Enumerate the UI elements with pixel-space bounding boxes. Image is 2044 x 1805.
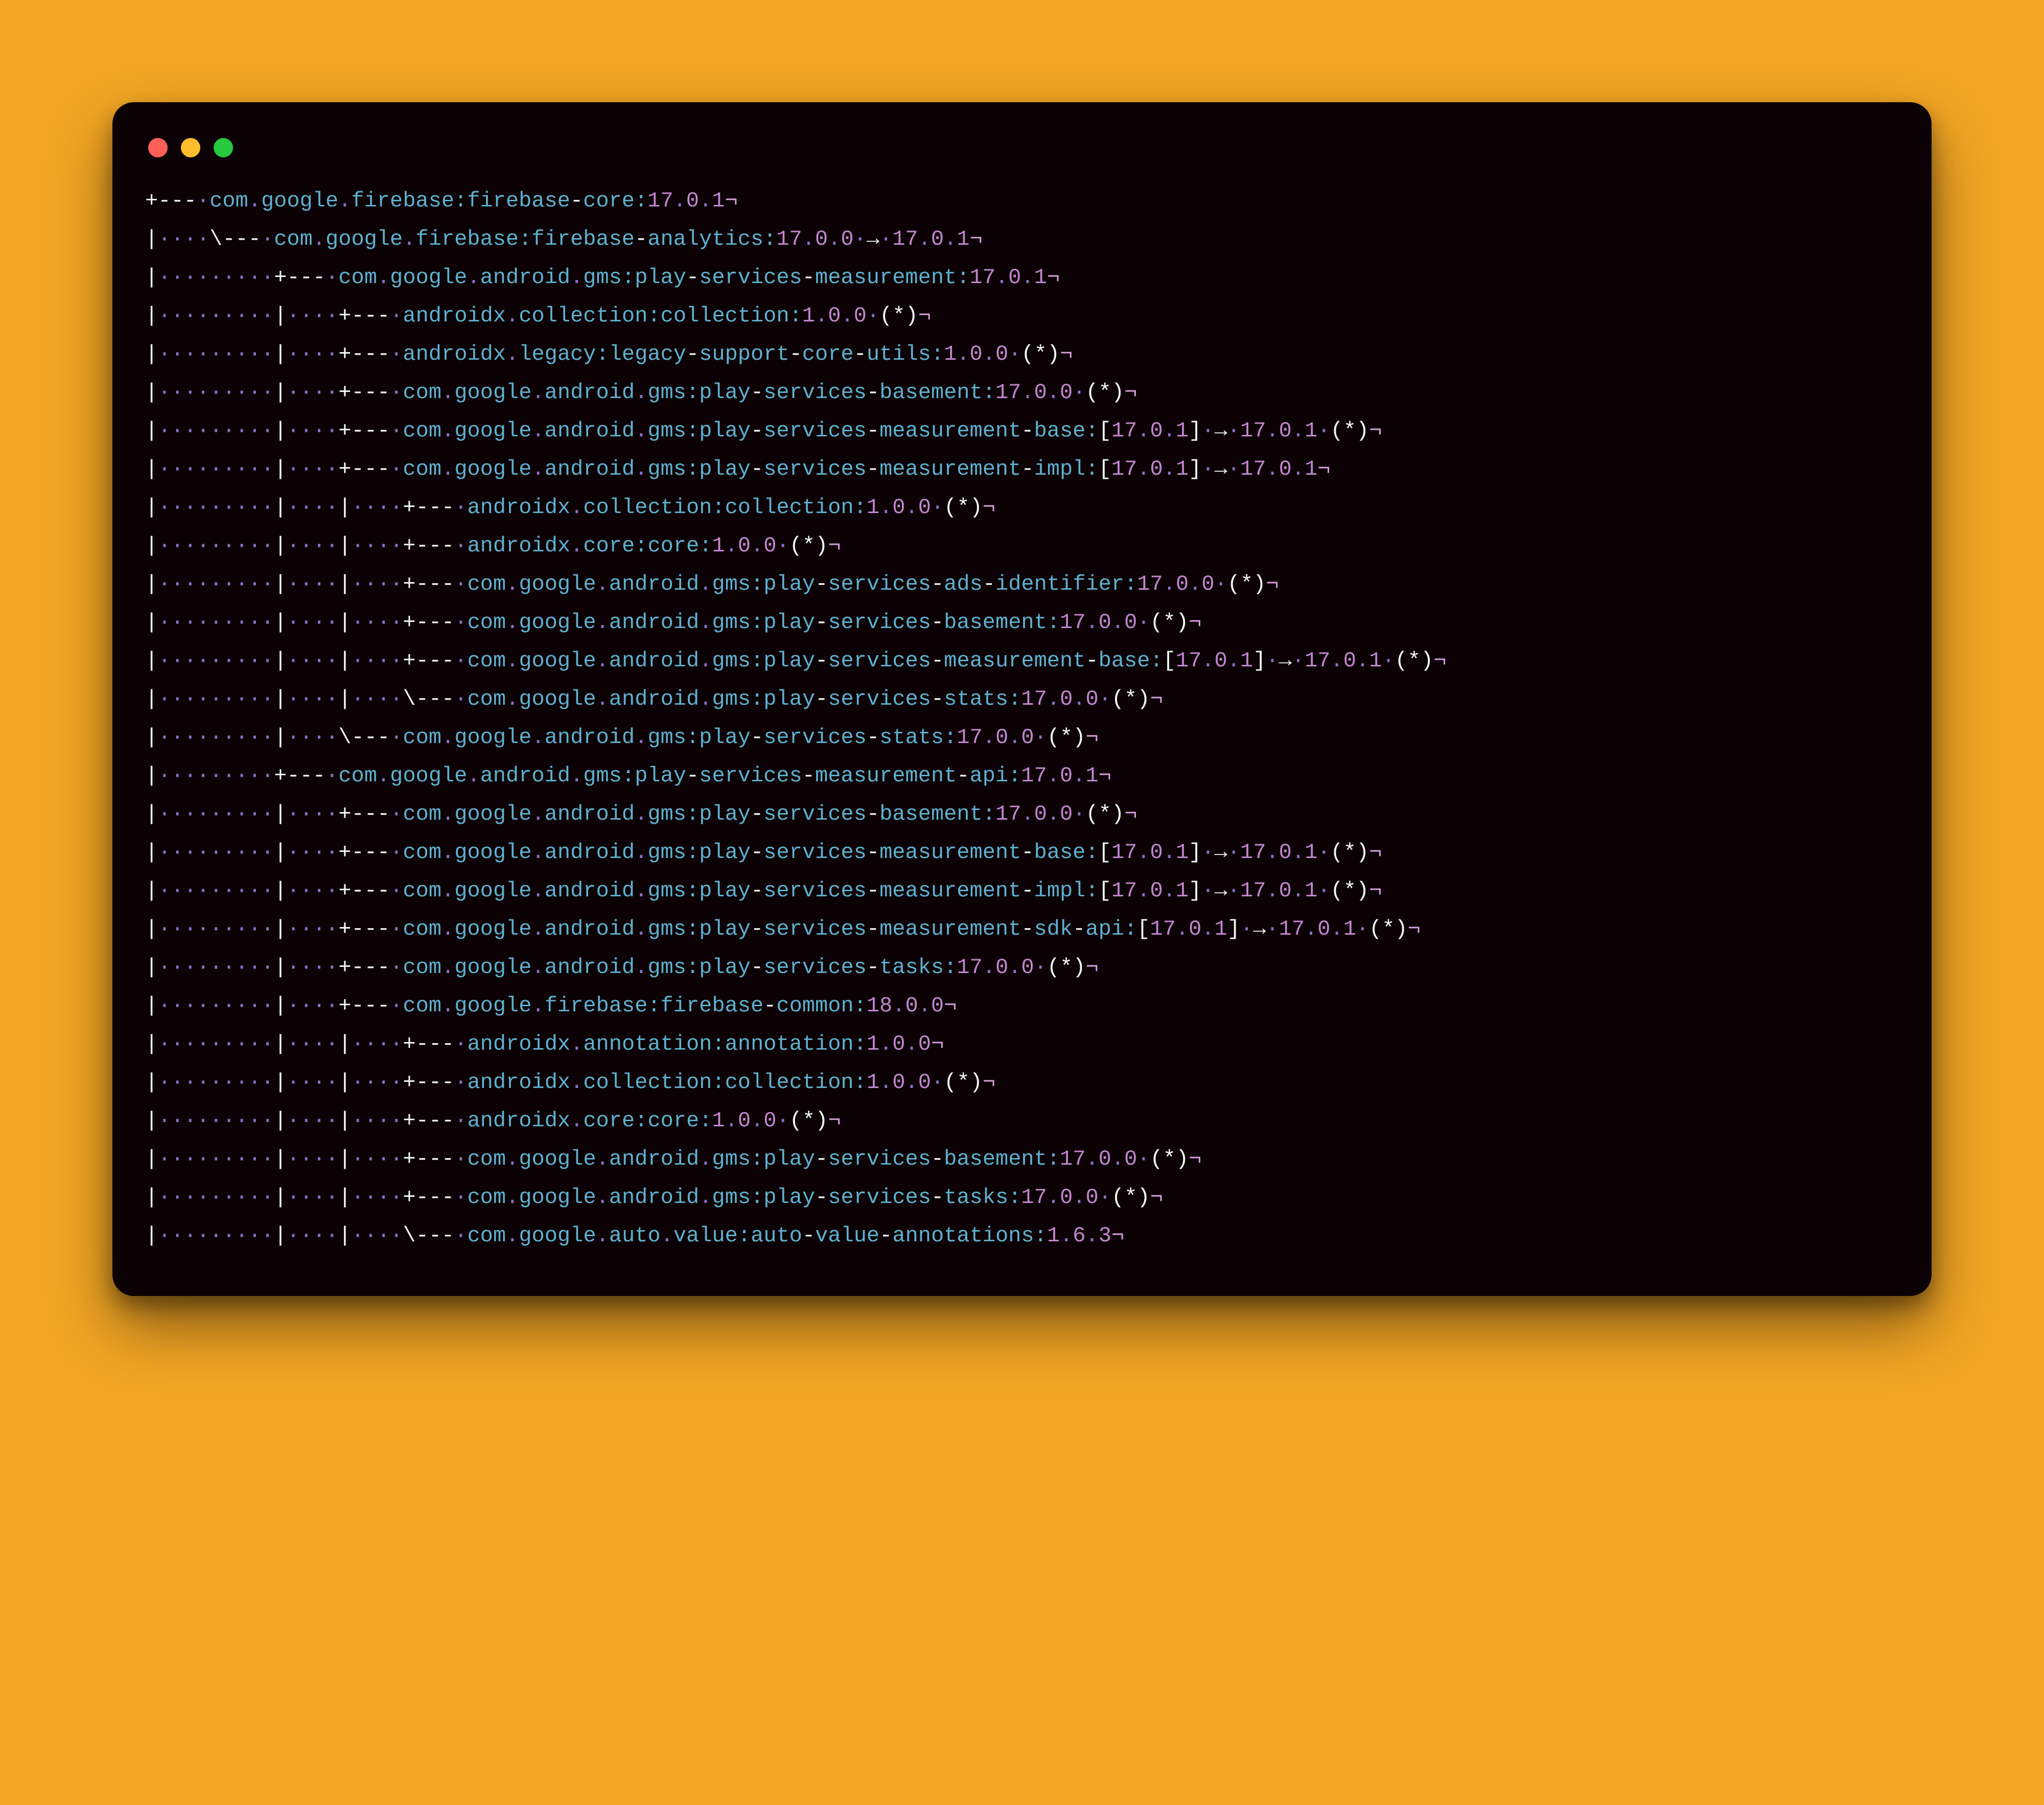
output-line: |·········|····+---·com.google.android.g… (145, 412, 1899, 450)
output-line: |·········|····+---·com.google.firebase:… (145, 987, 1899, 1025)
output-line: |·········|····|····+---·com.google.andr… (145, 642, 1899, 680)
output-line: |·········+---·com.google.android.gms:pl… (145, 259, 1899, 297)
output-line: |·········|····+---·com.google.android.g… (145, 872, 1899, 910)
output-line: |·········|····|····+---·androidx.core:c… (145, 527, 1899, 565)
output-line: |·········|····+---·androidx.legacy:lega… (145, 335, 1899, 374)
output-line: |·········|····|····+---·androidx.core:c… (145, 1102, 1899, 1140)
traffic-lights (145, 135, 1899, 182)
output-line: |·········|····|····+---·com.google.andr… (145, 1178, 1899, 1217)
terminal-output: +---·com.google.firebase:firebase-core:1… (145, 182, 1899, 1255)
output-line: |·········|····+---·com.google.android.g… (145, 795, 1899, 834)
output-line: |·········+---·com.google.android.gms:pl… (145, 757, 1899, 795)
output-line: |·········|····|····\---·com.google.andr… (145, 680, 1899, 719)
output-line: |·········|····+---·com.google.android.g… (145, 374, 1899, 412)
output-line: |·········|····|····+---·androidx.collec… (145, 489, 1899, 527)
output-line: |····\---·com.google.firebase:firebase-a… (145, 220, 1899, 259)
output-line: |·········|····|····\---·com.google.auto… (145, 1217, 1899, 1255)
output-line: |·········|····|····+---·com.google.andr… (145, 565, 1899, 604)
maximize-icon[interactable] (214, 138, 233, 157)
output-line: |·········|····\---·com.google.android.g… (145, 719, 1899, 757)
output-line: |·········|····|····+---·androidx.annota… (145, 1025, 1899, 1063)
close-icon[interactable] (148, 138, 168, 157)
output-line: |·········|····+---·com.google.android.g… (145, 948, 1899, 987)
output-line: |·········|····+---·com.google.android.g… (145, 450, 1899, 489)
output-line: +---·com.google.firebase:firebase-core:1… (145, 182, 1899, 220)
output-line: |·········|····+---·com.google.android.g… (145, 910, 1899, 948)
minimize-icon[interactable] (181, 138, 200, 157)
output-line: |·········|····|····+---·androidx.collec… (145, 1063, 1899, 1102)
output-line: |·········|····|····+---·com.google.andr… (145, 604, 1899, 642)
terminal-window: +---·com.google.firebase:firebase-core:1… (112, 102, 1932, 1296)
output-line: |·········|····+---·androidx.collection:… (145, 297, 1899, 335)
output-line: |·········|····|····+---·com.google.andr… (145, 1140, 1899, 1178)
output-line: |·········|····+---·com.google.android.g… (145, 834, 1899, 872)
